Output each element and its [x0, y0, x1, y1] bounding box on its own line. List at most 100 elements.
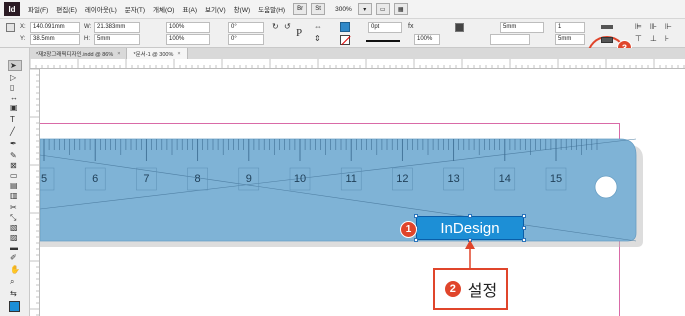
bridge-button[interactable]: Br — [293, 3, 308, 15]
type-tool-icon[interactable]: T — [10, 116, 15, 124]
horizontal-grid-tool-icon[interactable]: ▥ — [10, 192, 18, 200]
scissors-tool-icon[interactable]: ✂ — [10, 204, 17, 212]
content-collector-icon[interactable]: ▣ — [10, 104, 18, 112]
rotate-cw-icon[interactable]: ↻ — [272, 22, 279, 31]
arrange-documents-button[interactable]: ▦ — [393, 3, 408, 15]
fill-swatch[interactable] — [340, 22, 350, 32]
selection-handle[interactable] — [414, 214, 418, 218]
selection-handle[interactable] — [522, 226, 526, 230]
zoom-level[interactable]: 300% — [335, 6, 352, 13]
ruler-number: 9 — [246, 173, 252, 185]
pencil-tool-icon[interactable]: ✎ — [10, 152, 17, 160]
x-label: X: — [20, 24, 26, 30]
vertical-ruler[interactable] — [30, 69, 40, 316]
align-center-vertical-icon[interactable] — [601, 37, 613, 43]
menu-type[interactable]: 문자(T) — [125, 4, 145, 14]
close-icon[interactable]: × — [117, 51, 120, 57]
screen-mode-button[interactable]: ▭ — [375, 3, 390, 15]
y-field[interactable]: 38.5mm — [30, 34, 80, 45]
type-on-path-icon[interactable]: P — [296, 27, 302, 39]
view-options-button[interactable]: ▾ — [357, 3, 372, 15]
shear-field[interactable]: 0° — [228, 34, 264, 45]
menu-layout[interactable]: 레이아웃(L) — [85, 4, 117, 14]
menu-edit[interactable]: 편집(E) — [56, 4, 77, 14]
stroke-type-preview[interactable] — [366, 40, 400, 42]
document-tabs: *재2장그래픽디자인.indd @ 86% × *문서-1 @ 300% × — [30, 48, 685, 59]
rotate-field[interactable]: 0° — [228, 22, 264, 33]
text-wrap-icon[interactable] — [455, 23, 464, 32]
menu-object[interactable]: 개체(O) — [153, 4, 174, 14]
reference-point-icon[interactable] — [6, 23, 15, 32]
selection-handle[interactable] — [468, 214, 472, 218]
horizontal-ruler-ticks — [30, 59, 685, 68]
opacity-field[interactable]: 100% — [414, 34, 440, 45]
w-field[interactable]: 21.383mm — [94, 22, 140, 33]
indesign-window: Id 파일(F) 편집(E) 레이아웃(L) 문자(T) 개체(O) 표(A) … — [0, 0, 685, 316]
menu-window[interactable]: 창(W) — [234, 4, 250, 14]
tab-document-1[interactable]: *재2장그래픽디자인.indd @ 86% × — [30, 48, 128, 59]
selection-handle[interactable] — [522, 214, 526, 218]
selected-text-frame[interactable]: InDesign — [416, 216, 524, 240]
menu-table[interactable]: 표(A) — [182, 4, 197, 14]
gradient-swatch-tool-icon[interactable]: ▧ — [10, 224, 18, 232]
gap-field[interactable]: 5mm — [500, 22, 544, 33]
table-tool-icon[interactable]: ▤ — [10, 182, 18, 190]
scale-x-field[interactable]: 100% — [166, 22, 210, 33]
page-tool-icon[interactable]: ▯ — [10, 84, 14, 92]
ruler-graphic[interactable]: 5 6 7 8 9 10 11 12 13 14 15 — [40, 69, 685, 316]
step-2-badge: 2 — [443, 280, 462, 298]
selection-handle[interactable] — [414, 238, 418, 242]
gradient-feather-tool-icon[interactable]: ▨ — [10, 234, 18, 242]
eyedropper-tool-icon[interactable]: ✐ — [10, 254, 17, 262]
direct-selection-tool-icon[interactable]: ▷ — [10, 74, 16, 82]
hand-tool-icon[interactable]: ✋ — [10, 266, 20, 274]
close-icon[interactable]: × — [177, 51, 180, 57]
app-logo: Id — [4, 2, 20, 16]
w-label: W: — [84, 24, 92, 30]
zoom-tool-icon[interactable]: ⌕ — [10, 278, 14, 286]
align-top-icon[interactable] — [601, 25, 613, 29]
gap-tool-icon[interactable]: ↔ — [10, 94, 18, 102]
align-left-edges-icon[interactable]: ⊫ — [635, 22, 642, 31]
horizontal-ruler[interactable] — [30, 59, 685, 69]
pen-tool-icon[interactable]: ✒ — [10, 140, 17, 148]
effects-icon[interactable]: fx — [408, 23, 413, 30]
columns-field[interactable]: 1 — [555, 22, 585, 33]
selection-handle[interactable] — [522, 238, 526, 242]
menu-file[interactable]: 파일(F) — [28, 4, 48, 14]
flip-vertical-icon[interactable]: ⇕ — [314, 34, 321, 43]
ruler-number: 15 — [550, 173, 562, 185]
document-canvas[interactable]: 5 6 7 8 9 10 11 12 13 14 15 InDesign 1 2 설정 — [40, 69, 685, 316]
tab-document-2[interactable]: *문서-1 @ 300% × — [127, 48, 188, 59]
fill-color-icon[interactable] — [9, 301, 20, 312]
ruler-number: 8 — [195, 173, 201, 185]
distribute-center-icon[interactable]: ⊥ — [650, 34, 657, 43]
note-tool-icon[interactable]: ▬ — [10, 244, 18, 252]
stroke-weight-field[interactable]: 0pt — [368, 22, 402, 33]
distribute-top-icon[interactable]: ⊤ — [635, 34, 642, 43]
selection-tool-icon[interactable]: ➤ — [10, 62, 17, 70]
vertical-ruler-ticks — [30, 69, 39, 316]
h-field[interactable]: 5mm — [94, 34, 140, 45]
menu-view[interactable]: 보기(V) — [205, 4, 226, 14]
align-horizontal-centers-icon[interactable]: ⊪ — [650, 22, 657, 31]
pointer-arrow — [465, 240, 475, 270]
free-transform-tool-icon[interactable]: ⤡ — [10, 214, 16, 222]
rectangle-tool-icon[interactable]: ▭ — [10, 172, 18, 180]
ruler-number: 13 — [447, 173, 459, 185]
swap-colors-icon[interactable]: ⇆ — [10, 290, 17, 298]
stock-button[interactable]: St — [311, 3, 326, 15]
flip-horizontal-icon[interactable]: ⇔ — [314, 22, 322, 31]
stroke-swatch[interactable] — [340, 35, 350, 45]
scale-y-field[interactable]: 100% — [166, 34, 210, 45]
x-field[interactable]: 140.091mm — [30, 22, 80, 33]
line-tool-icon[interactable]: ╱ — [10, 128, 15, 136]
frame-fitting-field[interactable] — [490, 34, 530, 45]
step-1-badge: 1 — [400, 221, 417, 238]
rectangle-frame-tool-icon[interactable]: ⊠ — [10, 162, 17, 170]
distribute-bottom-icon[interactable]: ⊦ — [665, 34, 669, 43]
rotate-ccw-icon[interactable]: ↺ — [284, 22, 291, 31]
align-right-edges-icon[interactable]: ⊩ — [665, 22, 672, 31]
menu-help[interactable]: 도움말(H) — [258, 4, 285, 14]
gutter-field[interactable]: 5mm — [555, 34, 585, 45]
